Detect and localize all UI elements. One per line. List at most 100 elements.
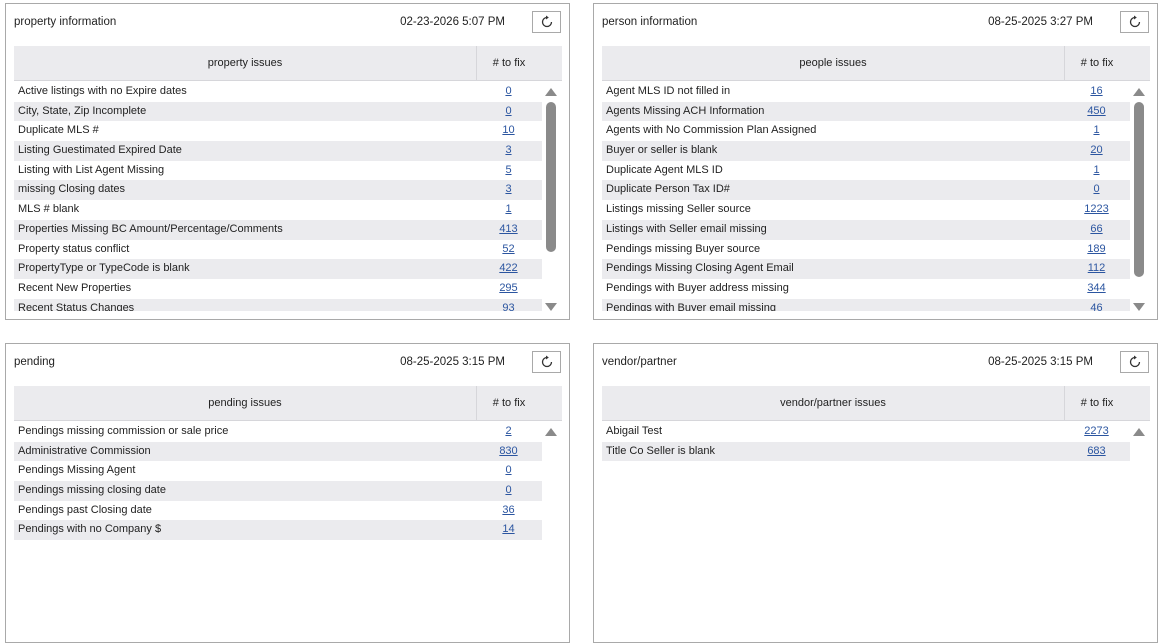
issue-label: Pendings missing commission or sale pric… xyxy=(18,425,229,437)
to-fix-count-link[interactable]: 0 xyxy=(1064,180,1129,200)
scroll-up-arrow-icon[interactable] xyxy=(545,428,557,436)
to-fix-count-link[interactable]: 1223 xyxy=(1064,200,1129,220)
panel-title: vendor/partner xyxy=(602,356,677,368)
to-fix-count-link[interactable]: 14 xyxy=(476,520,541,540)
refresh-button[interactable] xyxy=(1120,351,1149,373)
issue-label: PropertyType or TypeCode is blank xyxy=(18,262,190,275)
column-header-to-fix[interactable]: # to fix xyxy=(1064,46,1129,80)
to-fix-count-link[interactable]: 422 xyxy=(476,259,541,279)
property-information-panel: property information 02-23-2026 5:07 PM … xyxy=(5,3,570,320)
to-fix-count-link[interactable]: 344 xyxy=(1064,279,1129,299)
table-row: Duplicate Agent MLS ID 1 xyxy=(602,161,1130,181)
to-fix-count-link[interactable]: 683 xyxy=(1064,442,1129,462)
table-row: Abigail Test 2273 xyxy=(602,422,1130,442)
to-fix-count-link[interactable]: 1 xyxy=(476,200,541,220)
table-header: people issues # to fix xyxy=(602,46,1150,81)
to-fix-count-link[interactable]: 112 xyxy=(1064,259,1129,279)
column-header-issues[interactable]: vendor/partner issues xyxy=(602,386,1064,420)
table-row: Agent MLS ID not filled in 16 xyxy=(602,82,1130,102)
issue-label: Recent Status Changes xyxy=(18,301,135,311)
issue-label: Pendings Missing Agent xyxy=(18,464,136,477)
table-row: Listing Guestimated Expired Date 3 xyxy=(14,141,542,161)
scrollbar[interactable] xyxy=(544,86,558,319)
table-row: Recent Status Changes 93 xyxy=(14,298,542,311)
to-fix-count-link[interactable]: 16 xyxy=(1064,82,1129,102)
to-fix-count-link[interactable]: 36 xyxy=(476,501,541,521)
to-fix-count-link[interactable]: 413 xyxy=(476,220,541,240)
to-fix-count-link[interactable]: 0 xyxy=(476,82,541,102)
to-fix-count-link[interactable]: 0 xyxy=(476,102,541,122)
refresh-icon xyxy=(1129,355,1140,368)
issue-label: Agents Missing ACH Information xyxy=(606,104,765,117)
panel-timestamp: 08-25-2025 3:15 PM xyxy=(988,356,1093,368)
table-row: Pendings past Closing date 36 xyxy=(14,501,542,521)
scroll-down-arrow-icon[interactable] xyxy=(545,303,557,311)
table-row: Pendings with Buyer address missing 344 xyxy=(602,279,1130,299)
to-fix-count-link[interactable]: 3 xyxy=(476,180,541,200)
table-row: Duplicate Person Tax ID# 0 xyxy=(602,180,1130,201)
panel-timestamp: 08-25-2025 3:15 PM xyxy=(400,356,505,368)
to-fix-count-link[interactable]: 0 xyxy=(476,481,541,501)
refresh-button[interactable] xyxy=(532,351,561,373)
scrollbar[interactable] xyxy=(544,426,558,642)
to-fix-count-link[interactable]: 189 xyxy=(1064,240,1129,260)
column-header-issues[interactable]: people issues xyxy=(602,46,1064,80)
table-row: Agents Missing ACH Information 450 xyxy=(602,101,1130,122)
issues-table: property issues # to fix Active listings… xyxy=(14,46,562,319)
to-fix-count-link[interactable]: 2 xyxy=(476,422,541,442)
vendor-partner-panel: vendor/partner 08-25-2025 3:15 PM vendor… xyxy=(593,343,1158,643)
panel-title: pending xyxy=(14,356,55,368)
issue-label: Buyer or seller is blank xyxy=(606,144,718,157)
to-fix-count-link[interactable]: 450 xyxy=(1064,102,1129,122)
person-information-panel: person information 08-25-2025 3:27 PM pe… xyxy=(593,3,1158,320)
scrollbar-thumb[interactable] xyxy=(1134,102,1144,277)
refresh-icon xyxy=(541,355,552,368)
scroll-up-arrow-icon[interactable] xyxy=(545,88,557,96)
panel-timestamp: 08-25-2025 3:27 PM xyxy=(988,16,1093,28)
column-header-to-fix[interactable]: # to fix xyxy=(476,386,541,420)
table-rows: Pendings missing commission or sale pric… xyxy=(14,422,542,634)
column-header-issues[interactable]: property issues xyxy=(14,46,476,80)
table-row: Pendings with no Company $ 14 xyxy=(14,520,542,541)
refresh-button[interactable] xyxy=(532,11,561,33)
issue-label: Listings missing Seller source xyxy=(606,203,751,216)
to-fix-count-link[interactable]: 0 xyxy=(476,461,541,481)
to-fix-count-link[interactable]: 1 xyxy=(1064,121,1129,141)
to-fix-count-link[interactable]: 10 xyxy=(476,121,541,141)
scroll-up-arrow-icon[interactable] xyxy=(1133,88,1145,96)
issue-label: Listings with Seller email missing xyxy=(606,222,767,235)
table-row: Agents with No Commission Plan Assigned 1 xyxy=(602,121,1130,141)
to-fix-count-link[interactable]: 2273 xyxy=(1064,422,1129,442)
issue-label: Administrative Commission xyxy=(18,444,151,457)
to-fix-count-link[interactable]: 46 xyxy=(1064,299,1129,311)
scrollbar[interactable] xyxy=(1132,426,1146,642)
issue-label: Duplicate Person Tax ID# xyxy=(606,183,730,196)
table-header: property issues # to fix xyxy=(14,46,562,81)
issue-label: Pendings past Closing date xyxy=(18,503,152,516)
issue-label: Pendings with no Company $ xyxy=(18,523,162,536)
to-fix-count-link[interactable]: 93 xyxy=(476,299,541,311)
to-fix-count-link[interactable]: 830 xyxy=(476,442,541,462)
scroll-up-arrow-icon[interactable] xyxy=(1133,428,1145,436)
scroll-down-arrow-icon[interactable] xyxy=(1133,303,1145,311)
column-header-to-fix[interactable]: # to fix xyxy=(476,46,541,80)
to-fix-count-link[interactable]: 66 xyxy=(1064,220,1129,240)
to-fix-count-link[interactable]: 1 xyxy=(1064,161,1129,181)
to-fix-count-link[interactable]: 3 xyxy=(476,141,541,161)
to-fix-count-link[interactable]: 5 xyxy=(476,161,541,181)
to-fix-count-link[interactable]: 295 xyxy=(476,279,541,299)
to-fix-count-link[interactable]: 20 xyxy=(1064,141,1129,161)
to-fix-count-link[interactable]: 52 xyxy=(476,240,541,260)
issue-label: Property status conflict xyxy=(18,242,130,255)
column-header-to-fix[interactable]: # to fix xyxy=(1064,386,1129,420)
refresh-button[interactable] xyxy=(1120,11,1149,33)
issues-table: vendor/partner issues # to fix Abigail T… xyxy=(602,386,1150,642)
issue-label: Duplicate Agent MLS ID xyxy=(606,163,723,176)
issues-table: people issues # to fix Agent MLS ID not … xyxy=(602,46,1150,319)
table-header: vendor/partner issues # to fix xyxy=(602,386,1150,421)
scrollbar[interactable] xyxy=(1132,86,1146,319)
column-header-issues[interactable]: pending issues xyxy=(14,386,476,420)
table-row: Buyer or seller is blank 20 xyxy=(602,141,1130,161)
scrollbar-thumb[interactable] xyxy=(546,102,556,252)
table-row: Title Co Seller is blank 683 xyxy=(602,441,1130,462)
